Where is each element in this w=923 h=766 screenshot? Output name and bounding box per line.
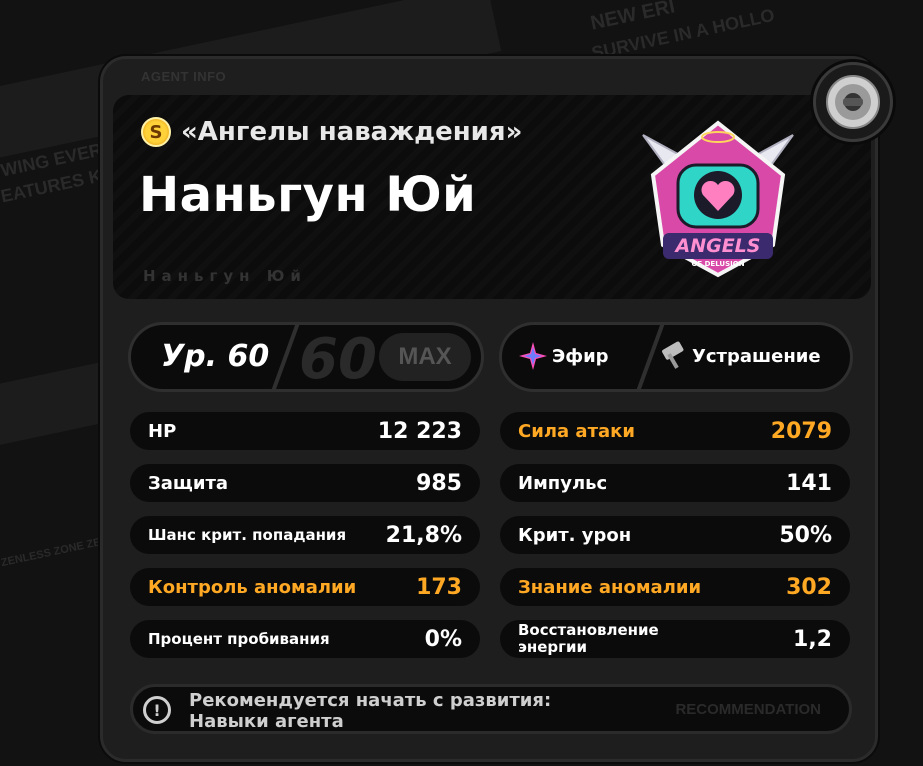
rank-s-badge-icon: S xyxy=(141,117,171,147)
recommendation-line: Рекомендуется начать с развития: xyxy=(189,690,552,711)
stat-attack: Сила атаки 2079 xyxy=(500,412,850,450)
attribute-display: Эфир Устрашение xyxy=(499,322,853,392)
attribute-stun[interactable]: Устрашение xyxy=(658,341,821,371)
faction-row: S «Ангелы наваждения» xyxy=(141,117,522,147)
stat-value: 1,2 xyxy=(793,626,832,652)
recommendation-bar[interactable]: ! Рекомендуется начать с развития: Навык… xyxy=(130,684,852,734)
section-label: AGENT INFO xyxy=(141,69,227,84)
agent-name: Наньгун Юй xyxy=(139,167,477,223)
agent-subtitle: Наньгун Юй xyxy=(143,267,307,285)
stat-value: 2079 xyxy=(770,418,832,444)
info-exclamation-icon: ! xyxy=(143,696,171,724)
recommendation-tag: RECOMMENDATION xyxy=(675,701,821,718)
stat-value: 50% xyxy=(779,522,832,548)
w-engine-disc-icon[interactable] xyxy=(813,62,893,142)
stat-value: 141 xyxy=(786,470,832,496)
stat-label: Крит. урон xyxy=(518,524,632,546)
stun-hammer-icon xyxy=(662,341,684,369)
stat-anomaly-mastery: Контроль аномалии 173 xyxy=(130,568,480,606)
stat-label: Защита xyxy=(148,472,229,494)
level-max-badge: MAX xyxy=(379,333,471,381)
stat-crit-rate: Шанс крит. попадания 21,8% xyxy=(130,516,480,554)
stat-energy-regen: Восстановление энергии 1,2 xyxy=(500,620,850,658)
stat-label: Импульс xyxy=(518,472,608,494)
stat-pen-ratio: Процент пробивания 0% xyxy=(130,620,480,658)
stat-value: 12 223 xyxy=(377,418,462,444)
stat-hp: HP 12 223 xyxy=(130,412,480,450)
recommendation-text: Рекомендуется начать с развития: Навыки … xyxy=(189,690,551,732)
ether-star-icon xyxy=(519,342,547,370)
level-label: Ур. 60 xyxy=(161,339,270,374)
stat-defense: Защита 985 xyxy=(130,464,480,502)
stat-label: Восстановление энергии xyxy=(518,621,659,656)
stat-label: Процент пробивания xyxy=(148,630,330,648)
faction-emblem-icon: ANGELS OF DELUSION xyxy=(642,120,794,278)
level-big-number: 60 xyxy=(299,327,377,392)
stat-value: 302 xyxy=(786,574,832,600)
stat-label: HP xyxy=(148,420,177,442)
recommendation-line: Навыки агента xyxy=(189,711,344,732)
stat-value: 21,8% xyxy=(385,522,462,548)
stat-value: 0% xyxy=(424,626,462,652)
attribute-label: Устрашение xyxy=(692,345,821,367)
level-divider xyxy=(265,325,301,389)
agent-header: S «Ангелы наваждения» Наньгун Юй Наньгун… xyxy=(113,95,871,299)
stat-label: Шанс крит. попадания xyxy=(148,526,347,544)
disc-graphic-icon xyxy=(826,75,880,129)
stat-label: Контроль аномалии xyxy=(148,576,357,598)
stat-anomaly-proficiency: Знание аномалии 302 xyxy=(500,568,850,606)
stat-impact: Импульс 141 xyxy=(500,464,850,502)
faction-name: «Ангелы наваждения» xyxy=(181,117,523,147)
stat-value: 173 xyxy=(416,574,462,600)
stat-value: 985 xyxy=(416,470,462,496)
emblem-subtext: OF DELUSION xyxy=(691,260,744,268)
emblem-text: ANGELS xyxy=(674,235,761,257)
attribute-ether[interactable]: Эфир xyxy=(518,341,609,371)
stat-crit-dmg: Крит. урон 50% xyxy=(500,516,850,554)
stat-label: Знание аномалии xyxy=(518,576,702,598)
level-display: Ур. 60 60 MAX xyxy=(128,322,484,392)
attribute-label: Эфир xyxy=(552,345,609,367)
stat-label: Сила атаки xyxy=(518,420,635,442)
